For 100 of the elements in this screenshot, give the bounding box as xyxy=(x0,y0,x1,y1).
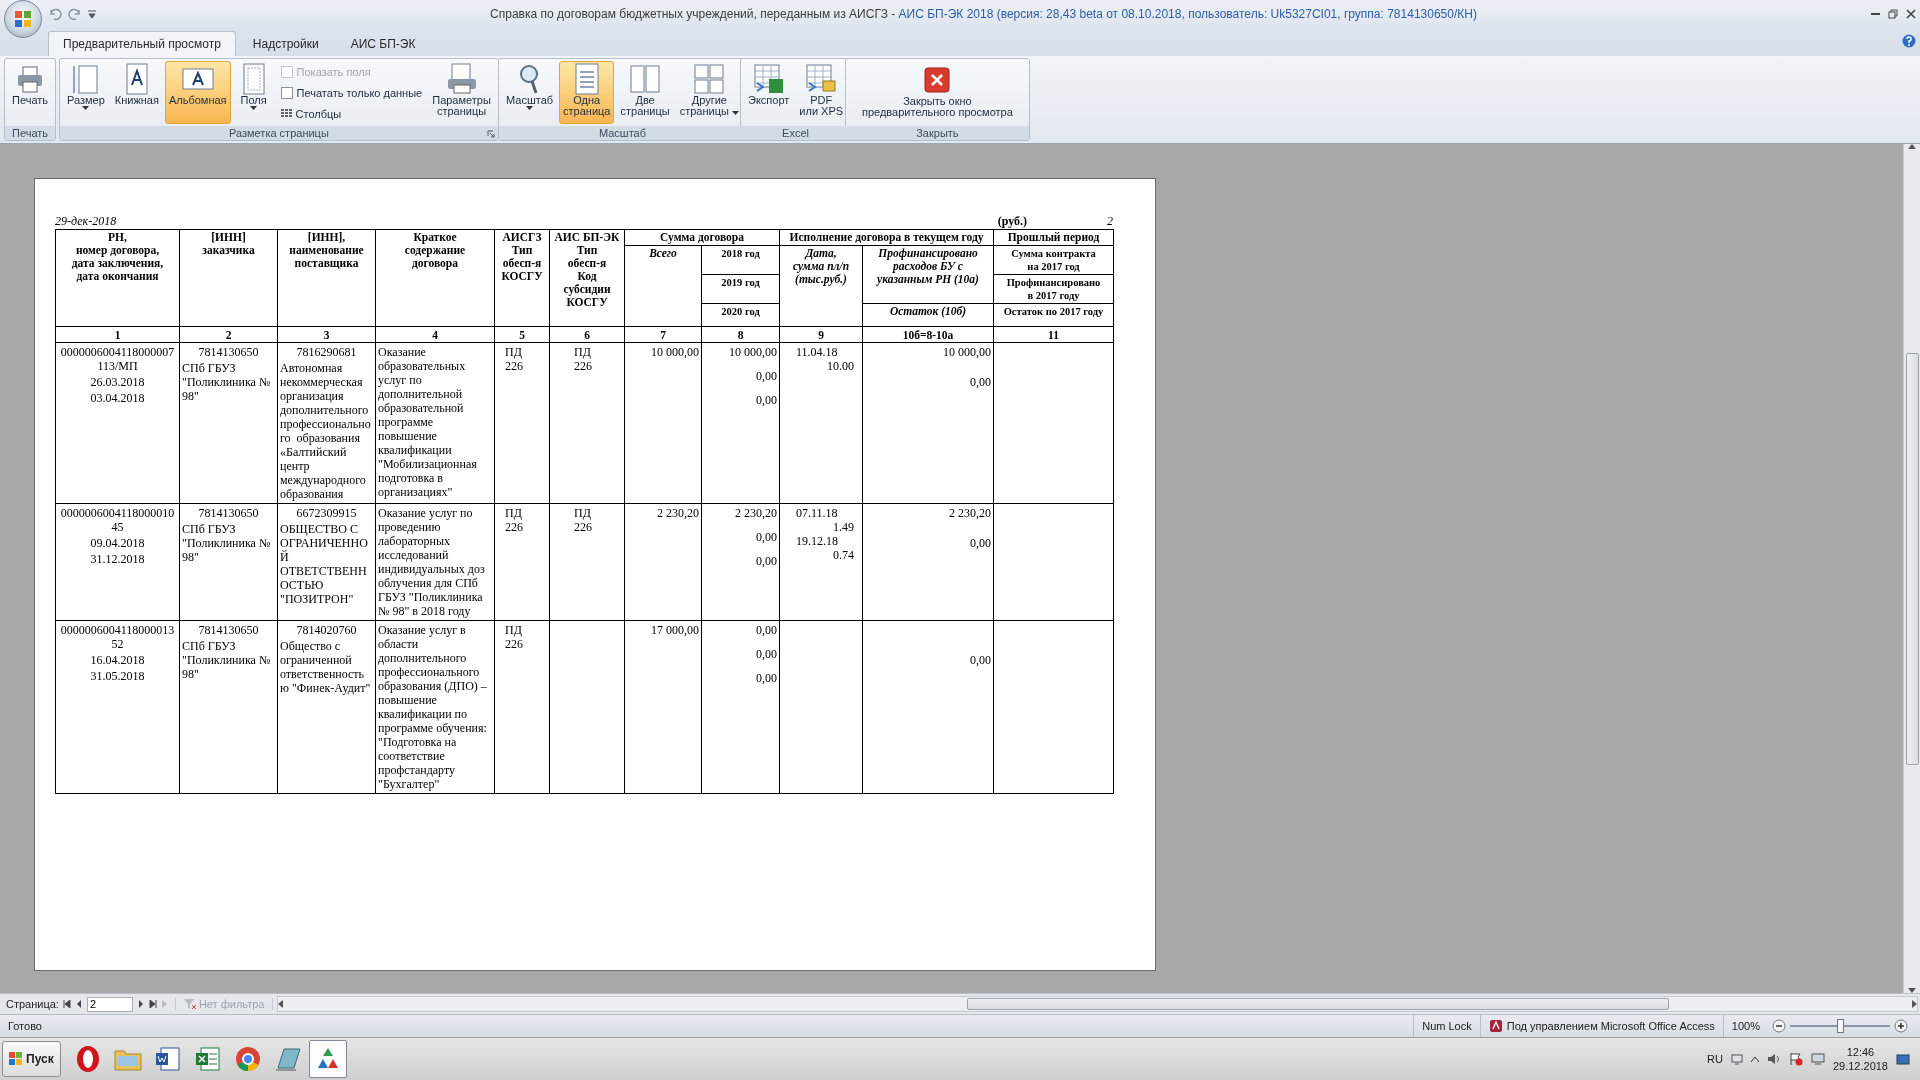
payment-date: 11.04.18 xyxy=(796,345,839,359)
amount-text: 0,00 xyxy=(756,554,777,568)
ribbon-tab[interactable]: АИС БП-ЭК xyxy=(335,31,431,56)
ribbon-button[interactable]: Размер xyxy=(63,61,109,124)
ribbon-button[interactable]: Поля xyxy=(232,61,275,124)
word-document-icon xyxy=(154,1046,181,1072)
column-header: Всего xyxy=(624,245,702,327)
office-logo-icon xyxy=(13,9,33,29)
column-number: 10б=8-10а xyxy=(862,326,994,343)
contract-description: Оказание услуг в области дополнительного профессионального образования (ДПО) – повышение квалификации по программе обучения: "Подготовка на соответствие профстандарту "Бухгалтер" xyxy=(378,623,487,791)
minimize-icon xyxy=(1871,13,1880,15)
chevron-up-icon xyxy=(1750,1056,1759,1062)
supplier-inn: 7816290681 xyxy=(296,345,357,359)
customer-inn: 7814130650 xyxy=(198,506,259,520)
payment-amount: 10.00 xyxy=(826,359,855,373)
contract-date: 16.04.2018 xyxy=(90,653,145,667)
amount-text: 0,00 xyxy=(756,647,777,661)
taskbar-app-button[interactable] xyxy=(308,1040,347,1078)
end-date: 31.12.2018 xyxy=(90,552,145,566)
cell-text: ПД xyxy=(505,345,522,359)
ribbon-button[interactable]: Другие страницы xyxy=(675,61,743,124)
start-button[interactable]: Пуск xyxy=(2,1041,61,1077)
folder-icon xyxy=(113,1047,142,1071)
redo-icon xyxy=(68,8,82,20)
cell-text: 226 xyxy=(505,520,523,534)
ribbon-button[interactable]: Параметры страницы xyxy=(428,61,495,124)
cell-text: 226 xyxy=(574,359,592,373)
notebook-icon xyxy=(273,1046,302,1072)
supplier-name: Автономная некоммерческая организация дополнительногопрофессионального образования «Балтийский центр международного образования xyxy=(280,361,372,501)
first-page-icon xyxy=(62,1000,71,1008)
column-header: РН, номер договора, дата заключения, дата окончания xyxy=(55,229,180,327)
vertical-scrollbar[interactable] xyxy=(1903,144,1920,993)
ribbon-button[interactable]: PDF или XPS xyxy=(795,61,848,124)
cell-text: ПД xyxy=(574,345,591,359)
ribbon-button[interactable]: Масштаб xyxy=(502,61,558,124)
report-date: 29-дек-2018 xyxy=(55,214,117,229)
amount-text: 0,00 xyxy=(756,369,777,383)
column-number: 4 xyxy=(375,326,495,343)
amount-text: 10 000,00 xyxy=(651,345,699,359)
contract-number: 0000006004118000007113/МП xyxy=(59,345,176,373)
checkbox[interactable]: Печатать только данные xyxy=(280,86,423,99)
speaker-icon xyxy=(1766,1053,1781,1065)
contract-date: 09.04.2018 xyxy=(90,536,145,550)
amount-text: 0,00 xyxy=(756,530,777,544)
contract-description: Оказание образовательных услуг по дополнительной образовательной программе повышение квалификации "Мобилизационная подготовка в организациях" xyxy=(378,345,477,499)
chrome-icon xyxy=(234,1046,261,1072)
page-number: 2 xyxy=(1107,214,1113,229)
scrollbar-thumb[interactable] xyxy=(1905,352,1919,765)
ribbon-button[interactable]: Книжная xyxy=(110,61,163,124)
amount-text: 0,00 xyxy=(756,671,777,685)
ribbon-button[interactable]: Экспорт xyxy=(744,61,794,124)
opera-icon xyxy=(74,1045,101,1073)
ribbon-button[interactable]: Две страницы xyxy=(616,61,674,124)
zoom-slider-thumb[interactable] xyxy=(1837,1019,1844,1033)
group-label: Печать xyxy=(12,127,49,139)
ribbon-tab[interactable]: Надстройки xyxy=(237,31,334,56)
column-number: 8 xyxy=(701,326,780,343)
cell-text: ПД xyxy=(505,506,522,520)
caret-icon xyxy=(250,106,258,110)
column-header: Сумма договора xyxy=(624,229,780,246)
column-number: 5 xyxy=(494,326,550,343)
customer-name: СПб ГБУЗ "Поликлиника № 98" xyxy=(182,639,272,681)
managed-by-text: Под управлением Microsoft Office Access xyxy=(1506,1020,1715,1032)
columns-button[interactable]: Столбцы xyxy=(280,107,423,120)
scrollbar-thumb[interactable] xyxy=(966,998,1669,1010)
clock-time: 12:46 xyxy=(1846,1045,1875,1059)
windows-logo-icon xyxy=(9,1052,23,1066)
contract-date: 26.03.2018 xyxy=(90,375,145,389)
column-header: Краткое содержание договора xyxy=(375,229,495,327)
ribbon-button[interactable]: Закрыть окно предварительного просмотра xyxy=(849,61,1026,124)
last-page-icon xyxy=(148,1000,157,1008)
column-header: Профинансировано расходов БУ с указанным РН (10а) xyxy=(862,245,994,304)
office-button[interactable] xyxy=(4,0,42,38)
customize-icon xyxy=(88,10,96,18)
one-page-icon xyxy=(572,63,601,95)
column-header: Профинансировано в 2017 году xyxy=(993,274,1114,304)
column-number: 1 xyxy=(55,326,180,343)
amount-text: 0,00 xyxy=(970,653,991,667)
page-input-field[interactable]: 2 xyxy=(86,996,133,1012)
horizontal-scrollbar[interactable] xyxy=(277,996,1918,1012)
payment-amount: 1.49 xyxy=(832,520,855,534)
access-logo-icon xyxy=(1488,1019,1503,1033)
group-label: Разметка страницы xyxy=(229,127,329,139)
zoom-out-icon xyxy=(1772,1019,1786,1033)
undo-icon xyxy=(48,8,62,20)
page-size-icon xyxy=(70,63,101,95)
amount-text: 2 230,20 xyxy=(657,506,699,520)
group-label: Масштаб xyxy=(598,127,646,139)
amount-text: 0,00 xyxy=(756,393,777,407)
amount-text: 10 000,00 xyxy=(729,345,777,359)
customer-inn: 7814130650 xyxy=(198,623,259,637)
window-title: Справка по договорам бюджетных учреждений, переданным из АИСГЗ - АИС БП-ЭК 2018 (версия: 28,43 beta от 08.10.2018, пользователь: Uk5327CI01, группа: 7814130650/КН) xyxy=(489,7,1478,21)
ribbon-button[interactable]: Одна страница xyxy=(559,61,615,124)
ribbon-tab[interactable]: Предварительный просмотр xyxy=(48,31,236,56)
ribbon-button[interactable]: Альбомная xyxy=(164,61,231,124)
ribbon-button[interactable]: Печать xyxy=(8,61,53,124)
supplier-inn: 7814020760 xyxy=(296,623,357,637)
amount-text: 0,00 xyxy=(970,375,991,389)
cell-text: ПД xyxy=(505,623,522,637)
supplier-inn: 6672309915 xyxy=(296,506,357,520)
